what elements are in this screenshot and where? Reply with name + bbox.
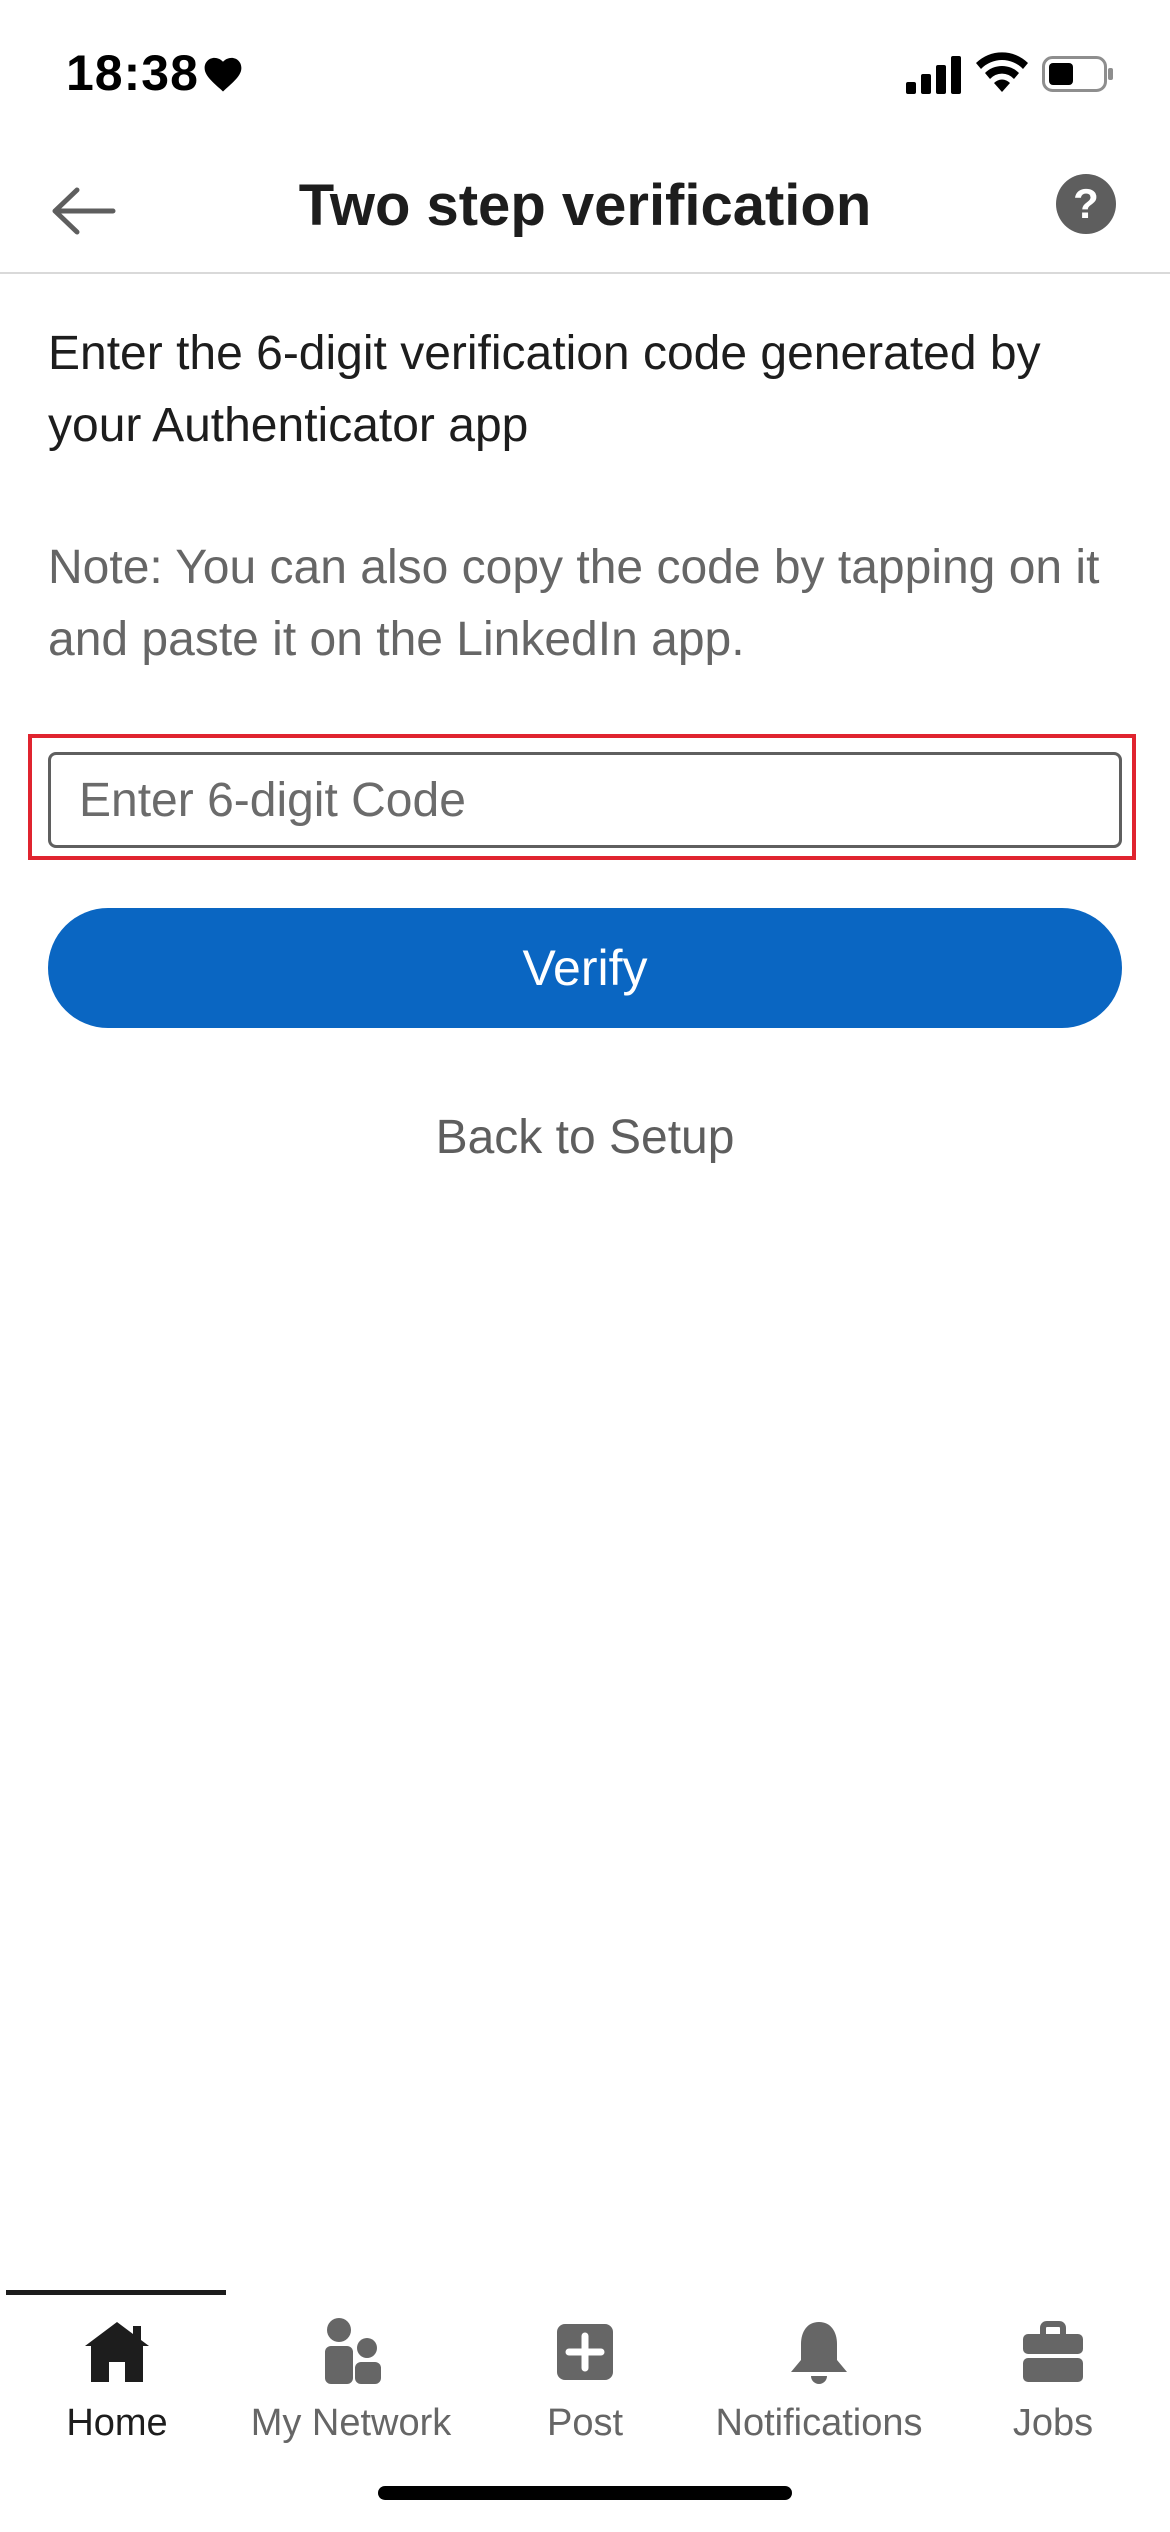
home-icon [85,2322,149,2382]
nav-jobs[interactable]: Jobs [936,2304,1170,2454]
page-title: Two step verification [298,173,872,238]
status-bar: 18:38 [0,0,1170,150]
note-text: Note: You can also copy the code by tapp… [48,541,1100,666]
bell-icon [791,2322,847,2384]
home-indicator[interactable] [378,2486,792,2500]
nav-notifications[interactable]: Notifications [702,2304,936,2454]
wifi-icon [976,52,1028,92]
cellular-signal-icon [906,56,961,94]
nav-label-my-network: My Network [250,2402,452,2444]
heart-icon [204,57,242,92]
nav-home[interactable]: Home [0,2304,234,2454]
instruction-text: Enter the 6-digit verification code gene… [48,327,1041,452]
network-icon [325,2318,381,2384]
bottom-navigation: Home My Network Post Notifications Jobs [0,2290,1170,2460]
active-tab-indicator [6,2290,226,2295]
nav-my-network[interactable]: My Network [234,2304,468,2454]
briefcase-icon [1023,2321,1083,2382]
plus-square-icon [557,2324,613,2380]
help-button[interactable]: ? [1056,174,1116,234]
nav-label-home: Home [66,2402,168,2444]
nav-post[interactable]: Post [468,2304,702,2454]
verify-button[interactable]: Verify [48,908,1122,1028]
help-icon: ? [1073,180,1099,227]
nav-label-post: Post [546,2402,624,2444]
verify-button-label: Verify [522,940,648,996]
battery-icon [1042,56,1113,92]
nav-label-notifications: Notifications [715,2402,923,2444]
screen: 18:38 Two step verification ? Enter the … [0,0,1170,2532]
back-to-setup-link[interactable]: Back to Setup [0,1110,1170,1165]
status-time: 18:38 [66,45,199,101]
nav-label-jobs: Jobs [1012,2402,1094,2444]
verification-code-input[interactable] [48,752,1122,848]
top-app-bar: Two step verification ? [0,150,1170,274]
